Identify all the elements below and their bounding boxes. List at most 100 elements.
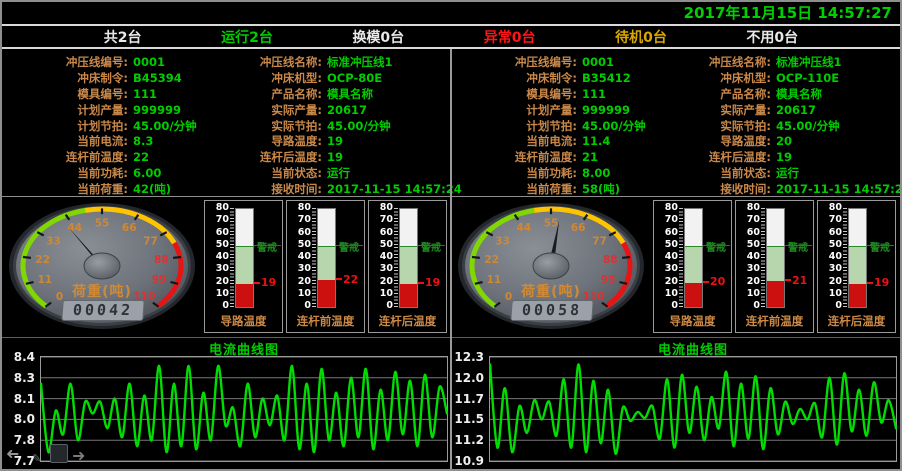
thermometer-rod-front-temp: 80706050403020100 警戒 22 连杆前温度 [286,200,365,333]
info-row: 连杆前温度:22 [4,149,197,165]
info-column-left: 冲压线编号:0001 冲床制令:B35412 模具编号:111 计划产量:999… [453,54,646,197]
info-row: 当前功耗:8.00 [453,165,646,181]
nav-overlay: ➜ ✎ ➜ [6,443,116,467]
svg-text:44: 44 [67,222,82,234]
thermometer-guide-temp: 80706050403020100 警戒 19 导路温度 [204,200,283,333]
info-row: 计划节拍:45.00/分钟 [4,118,197,134]
thermo-name: 连杆前温度 [287,313,364,329]
info-row: 冲压线名称:标准冲压线1 [657,54,902,70]
info-row: 冲床机型:OCP-110E [657,70,902,86]
svg-text:33: 33 [46,235,61,247]
warning-label: 警戒 [870,239,890,254]
info-row: 冲床机型:OCP-80E [208,70,462,86]
info-column-right: 冲压线名称:标准冲压线1 冲床机型:OCP-110E 产品名称:模具名称 实际产… [657,54,902,197]
current-curve-chart: 电流曲线图 12.312.011.711.511.210.9 [451,338,900,469]
thermo-ticks [394,208,398,307]
thermo-ticks [230,208,234,307]
load-gauge: 0112233445566778899110 荷重(吨) 00042 [5,200,199,332]
thermo-tube [684,208,703,308]
forward-arrow-icon[interactable]: ➜ [72,448,85,464]
warning-label: 警戒 [257,239,277,254]
info-row: 接收时间:2017-11-15 14:57:24 [657,181,902,197]
svg-text:33: 33 [495,235,510,247]
info-row: 模具编号:111 [4,86,197,102]
status-standby: 待机0台 [615,27,667,47]
thermo-name: 连杆后温度 [818,313,895,329]
thermo-ticks [843,208,847,307]
status-total: 共2台 [104,27,142,47]
thermo-tube [399,208,418,308]
status-bar: 共2台 运行2台 换模0台 异常0台 待机0台 不用0台 [2,26,900,47]
gauge-digital-readout: 00042 [61,300,144,321]
thermo-value: 22 [336,272,358,286]
thermometer-rod-rear-temp: 80706050403020100 警戒 19 连杆后温度 [368,200,447,333]
info-row: 当前荷重:58(吨) [453,181,646,197]
thermo-name: 连杆后温度 [369,313,446,329]
info-row: 连杆前温度:21 [453,149,646,165]
machine-panel-1: 冲压线编号:0001 冲床制令:B45394 模具编号:111 计划产量:999… [2,49,451,469]
thermo-value: 19 [867,276,889,290]
page-icon[interactable] [50,444,68,463]
svg-text:44: 44 [516,222,531,234]
svg-text:22: 22 [35,254,50,266]
thermo-tube [235,208,254,308]
info-row: 连杆后温度:19 [657,149,902,165]
warning-label: 警戒 [421,239,441,254]
info-row: 当前状态:运行 [208,165,462,181]
hmi-dashboard: 2017年11月15日 14:57:27 共2台 运行2台 换模0台 异常0台 … [0,0,902,471]
svg-text:66: 66 [571,222,586,234]
info-row: 导路温度:19 [208,133,462,149]
info-row: 计划产量:999999 [453,102,646,118]
warning-label: 警戒 [706,239,726,254]
thermo-ticks [761,208,765,307]
info-row: 冲压线名称:标准冲压线1 [208,54,462,70]
info-row: 冲压线编号:0001 [4,54,197,70]
info-row: 冲压线编号:0001 [453,54,646,70]
gauge-section: 0112233445566778899110 荷重(吨) 00042 80706… [2,197,451,337]
svg-text:88: 88 [154,254,169,266]
info-row: 当前荷重:42(吨) [4,181,197,197]
info-row: 接收时间:2017-11-15 14:57:24 [208,181,462,197]
warning-label: 警戒 [788,239,808,254]
gauge-section: 0112233445566778899110 荷重(吨) 00058 80706… [451,197,900,337]
svg-text:77: 77 [143,235,158,247]
chart-plot [489,356,897,462]
thermo-value: 20 [703,275,725,289]
gauge-digital-readout: 00058 [510,300,593,321]
thermometer-guide-temp: 80706050403020100 警戒 20 导路温度 [653,200,732,333]
svg-text:22: 22 [484,254,499,266]
thermo-value: 19 [418,276,440,290]
machine-panel-2: 冲压线编号:0001 冲床制令:B35412 模具编号:111 计划产量:999… [451,49,900,469]
svg-text:77: 77 [592,235,607,247]
gauge-label: 荷重(吨) [5,281,199,301]
info-row: 实际节拍:45.00/分钟 [208,118,462,134]
thermo-value: 21 [785,273,807,287]
svg-text:66: 66 [122,222,137,234]
panel-divider [450,49,452,469]
warning-label: 警戒 [339,239,359,254]
info-row: 当前功耗:6.00 [4,165,197,181]
thermo-value: 19 [254,276,276,290]
thermo-tube [766,208,785,308]
back-arrow-icon[interactable]: ➜ [6,446,19,462]
thermo-ticks [312,208,316,307]
info-row: 当前电流:8.3 [4,133,197,149]
thermo-tube [848,208,867,308]
thermo-tube [317,208,336,308]
info-row: 实际产量:20617 [208,102,462,118]
svg-text:55: 55 [544,217,559,229]
thermometer-rod-rear-temp: 80706050403020100 警戒 19 连杆后温度 [817,200,896,333]
thermometer-rod-front-temp: 80706050403020100 警戒 21 连杆前温度 [735,200,814,333]
info-row: 实际节拍:45.00/分钟 [657,118,902,134]
info-column-right: 冲压线名称:标准冲压线1 冲床机型:OCP-80E 产品名称:模具名称 实际产量… [208,54,462,197]
status-mold-change: 换模0台 [352,27,404,47]
status-running: 运行2台 [221,27,273,47]
load-gauge: 0112233445566778899110 荷重(吨) 00058 [454,200,648,332]
datetime-display: 2017年11月15日 14:57:27 [2,3,900,23]
info-row: 产品名称:模具名称 [208,86,462,102]
info-row: 冲床制令:B35412 [453,70,646,86]
thermo-name: 连杆前温度 [736,313,813,329]
pencil-icon[interactable]: ✎ [32,451,41,467]
thermo-name: 导路温度 [205,313,282,329]
thermo-ticks [679,208,683,307]
